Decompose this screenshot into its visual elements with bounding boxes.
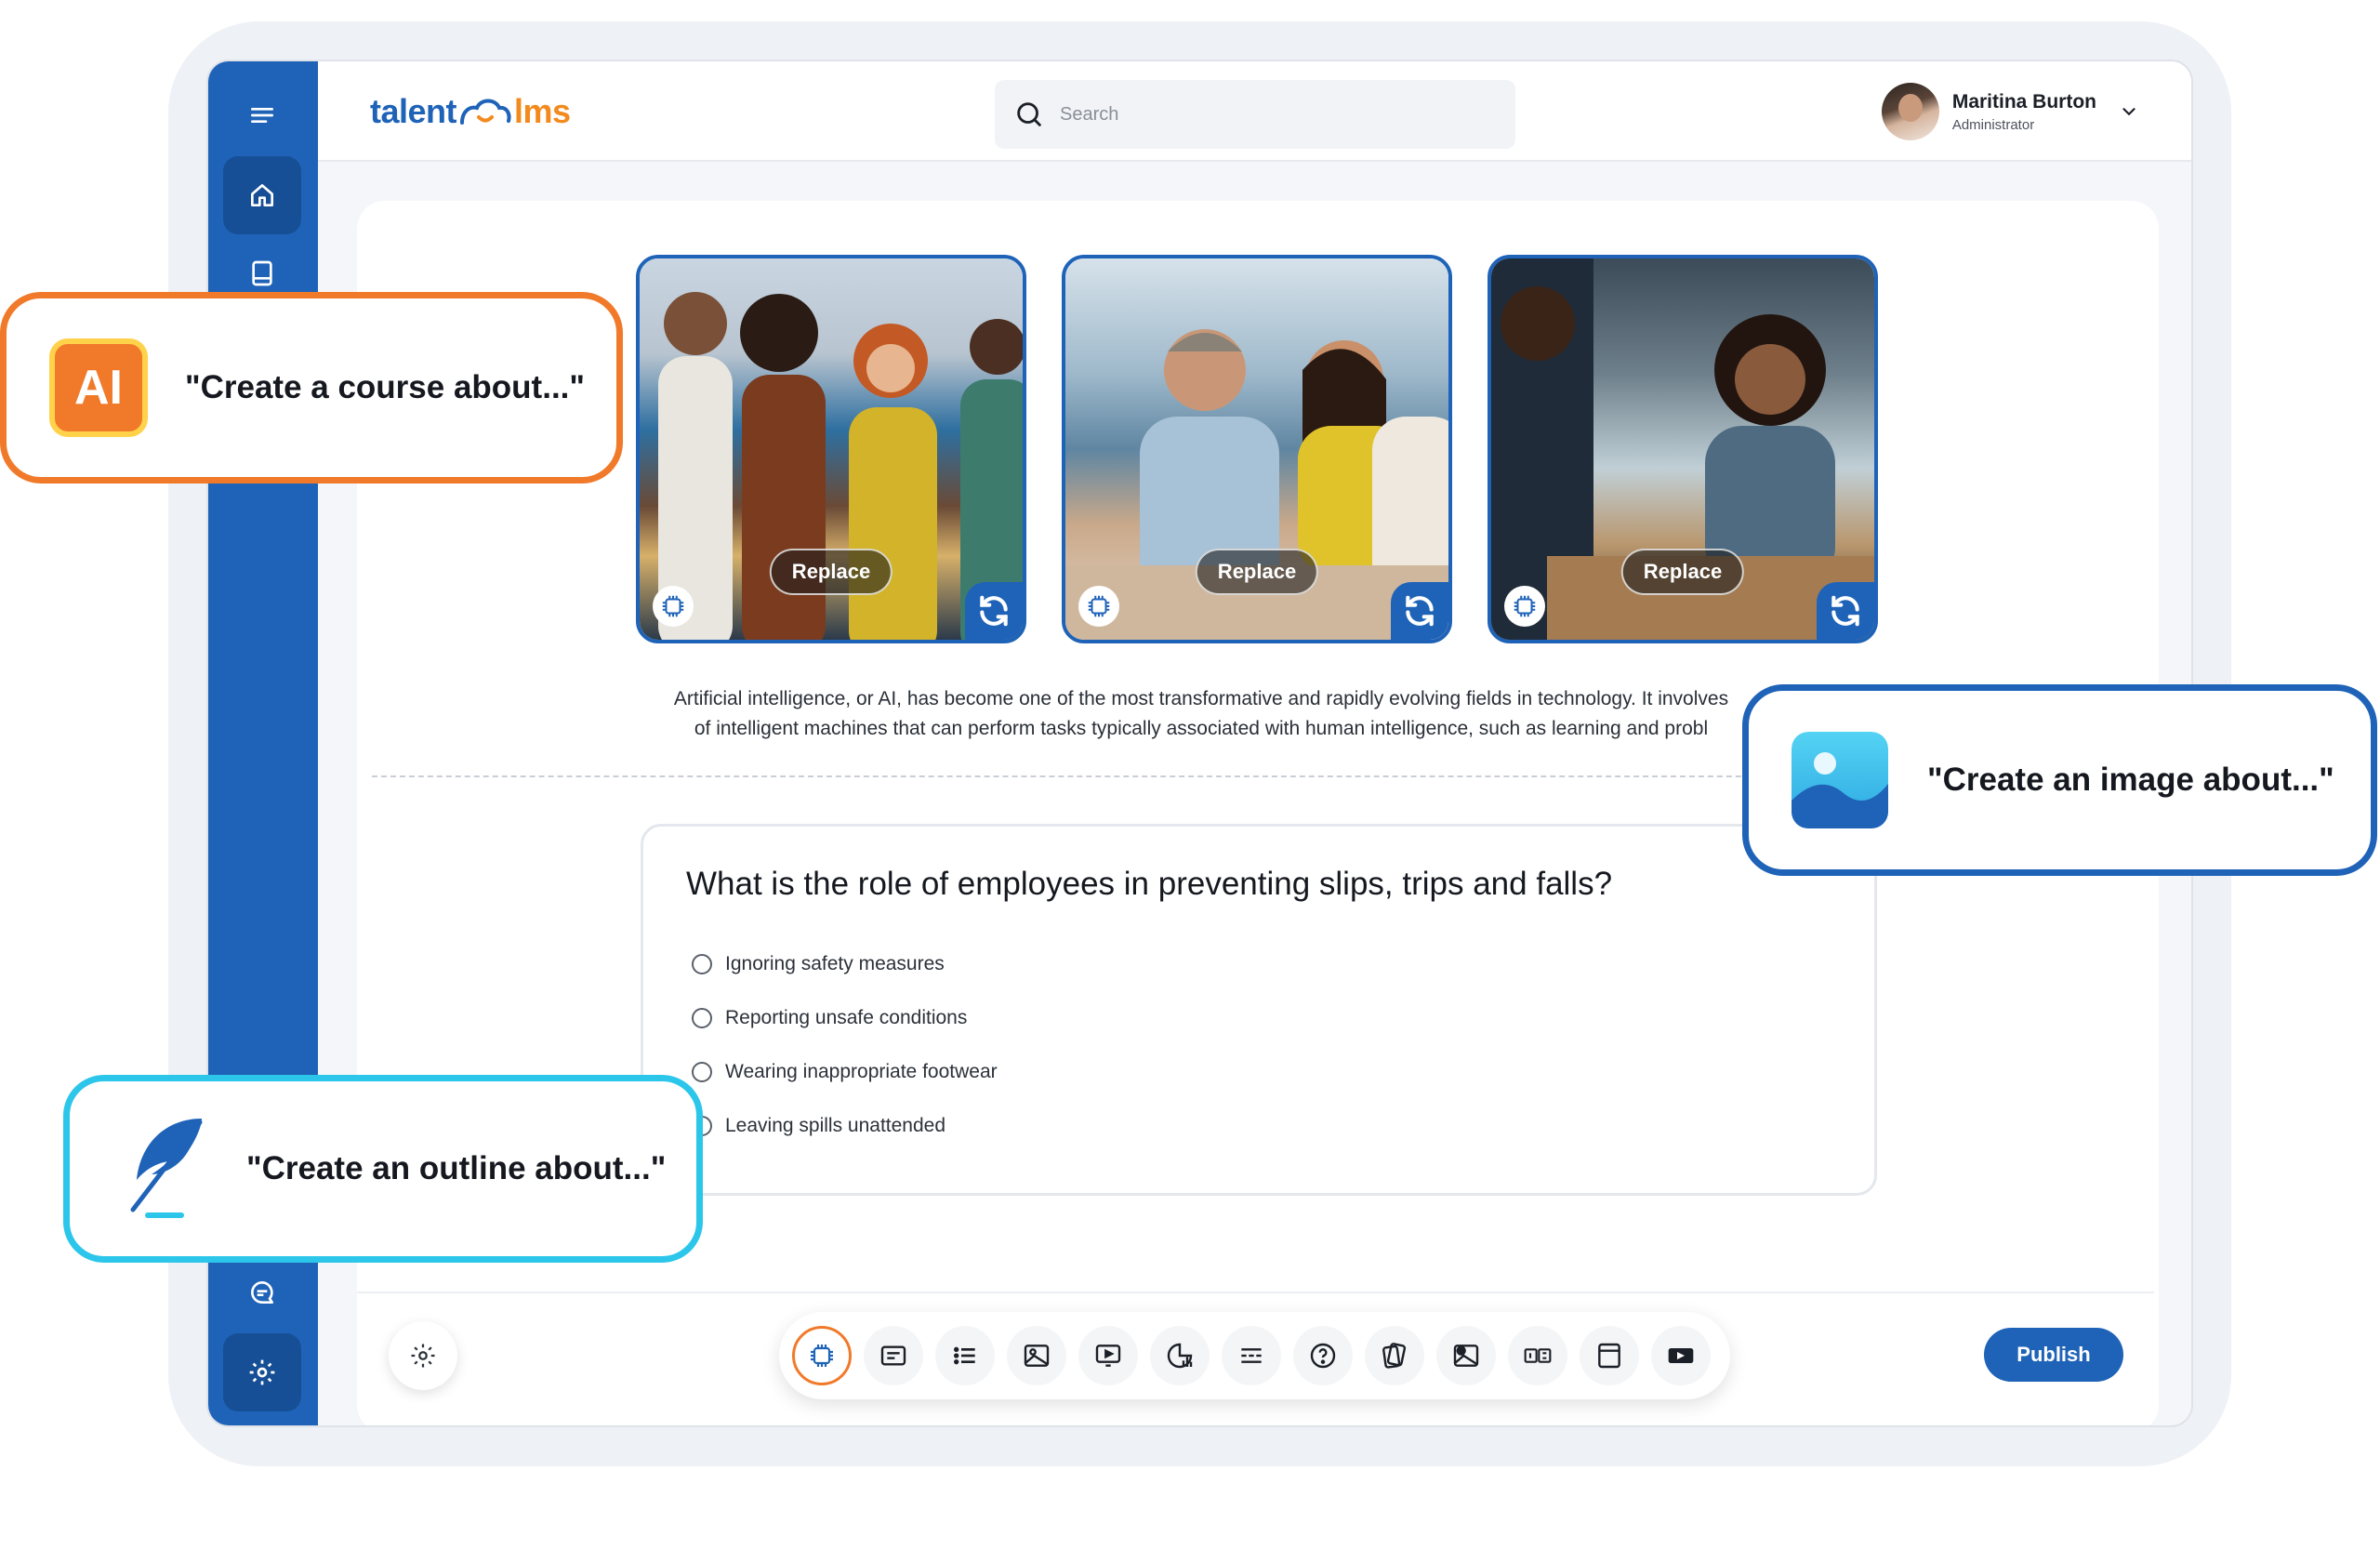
radio-button[interactable] [692,1008,712,1028]
columns-icon [1523,1341,1553,1371]
option-label: Reporting unsafe conditions [725,1007,967,1029]
menu-button[interactable] [223,76,301,154]
ai-chip-icon [1085,592,1113,620]
ai-generated-badge [1504,586,1545,627]
gear-icon [247,1358,277,1387]
ai-image-block-tool[interactable] [1436,1326,1496,1385]
video-block-tool[interactable] [1078,1326,1138,1385]
chart-icon [1165,1341,1195,1371]
quiz-option[interactable]: Ignoring safety measures [692,953,945,975]
columns-block-tool[interactable] [1508,1326,1567,1385]
paragraph-line-1: Artificial intelligence, or AI, has beco… [625,684,1778,714]
video-icon [1093,1341,1123,1371]
top-header: talent lms Maritina Burton Administrator [318,61,2191,162]
callout-text: "Create an outline about..." [246,1150,666,1187]
ai-badge-icon: AI [49,338,148,437]
logo-text-talent: talent [370,92,456,131]
user-name: Maritina Burton [1952,91,2096,113]
logo-text-lms: lms [514,92,571,131]
create-image-callout: "Create an image about..." [1742,684,2377,876]
home-icon [247,180,277,210]
option-label: Wearing inappropriate footwear [725,1061,998,1083]
replace-button[interactable]: Replace [770,549,892,595]
generated-image-card[interactable]: Replace [1488,255,1878,643]
search-bar[interactable] [995,80,1515,149]
search-input[interactable] [1060,104,1469,126]
menu-icon [247,100,277,130]
question-block-tool[interactable] [1293,1326,1353,1385]
list-block-tool[interactable] [935,1326,995,1385]
quiz-question: What is the role of employees in prevent… [686,866,1612,903]
chart-block-tool[interactable] [1150,1326,1210,1385]
create-outline-callout: "Create an outline about..." [63,1075,703,1263]
ai-chip-icon [1511,592,1539,620]
quiz-option[interactable]: Reporting unsafe conditions [692,1007,967,1029]
toolbar-divider [357,1292,2154,1293]
search-icon [1013,99,1045,130]
option-label: Leaving spills unattended [725,1115,945,1137]
image-block-tool[interactable] [1007,1326,1066,1385]
content-paragraph[interactable]: Artificial intelligence, or AI, has beco… [625,684,1778,744]
editor-settings-button[interactable] [389,1321,457,1390]
chat-icon [247,1278,277,1307]
avatar [1882,83,1939,140]
quiz-option[interactable]: Wearing inappropriate footwear [692,1061,998,1083]
chevron-down-icon[interactable] [2119,101,2139,122]
user-menu[interactable]: Maritina Burton Administrator [1882,80,2139,143]
image-badge-icon [1792,732,1888,828]
regenerate-button[interactable] [1817,582,1874,640]
quiz-option[interactable]: Leaving spills unattended [692,1115,945,1137]
option-label: Ignoring safety measures [725,953,945,975]
regenerate-button[interactable] [1391,582,1448,640]
replace-button[interactable]: Replace [1621,549,1744,595]
cards-icon [1380,1341,1409,1371]
frame-block-tool[interactable] [1580,1326,1639,1385]
flashcards-block-tool[interactable] [1365,1326,1424,1385]
image-icon [1022,1341,1051,1371]
sidebar-item-home[interactable] [223,156,301,234]
image-ai-icon [1451,1341,1481,1371]
text-block-tool[interactable] [864,1326,923,1385]
app-logo[interactable]: talent lms [370,87,571,136]
radio-button[interactable] [692,1062,712,1082]
list-icon [950,1341,980,1371]
embed-block-tool[interactable] [1651,1326,1711,1385]
ai-icon [807,1341,837,1371]
ai-generate-tool[interactable] [792,1326,852,1385]
callout-text: "Create a course about..." [185,369,585,406]
quiz-block[interactable]: What is the role of employees in prevent… [641,824,1877,1196]
publish-button[interactable]: Publish [1984,1328,2123,1382]
frame-icon [1594,1341,1624,1371]
book-icon [247,258,277,288]
regenerate-button[interactable] [965,582,1023,640]
callout-text: "Create an image about..." [1927,762,2334,799]
content-block-toolbar [779,1312,1730,1399]
create-course-callout: AI "Create a course about..." [0,292,623,484]
gear-icon [409,1342,437,1370]
user-role: Administrator [1952,117,2096,133]
cloud-logo-icon [456,93,514,130]
refresh-icon [1828,593,1863,629]
refresh-icon [976,593,1012,629]
text-icon [879,1341,908,1371]
ai-generated-badge [1078,586,1119,627]
paragraph-line-2: of intelligent machines that can perform… [625,714,1778,744]
ai-chip-icon [659,592,687,620]
question-icon [1308,1341,1338,1371]
radio-button[interactable] [692,954,712,974]
sidebar-item-messages[interactable] [223,1253,301,1331]
replace-button[interactable]: Replace [1196,549,1318,595]
divider-block-tool[interactable] [1222,1326,1281,1385]
sidebar-item-settings[interactable] [223,1333,301,1411]
embed-icon [1666,1341,1696,1371]
generated-image-card[interactable]: Replace [636,255,1026,643]
refresh-icon [1402,593,1437,629]
divider-icon [1236,1341,1266,1371]
ai-generated-badge [653,586,694,627]
feather-pen-icon [120,1113,209,1225]
generated-image-card[interactable]: Replace [1062,255,1452,643]
